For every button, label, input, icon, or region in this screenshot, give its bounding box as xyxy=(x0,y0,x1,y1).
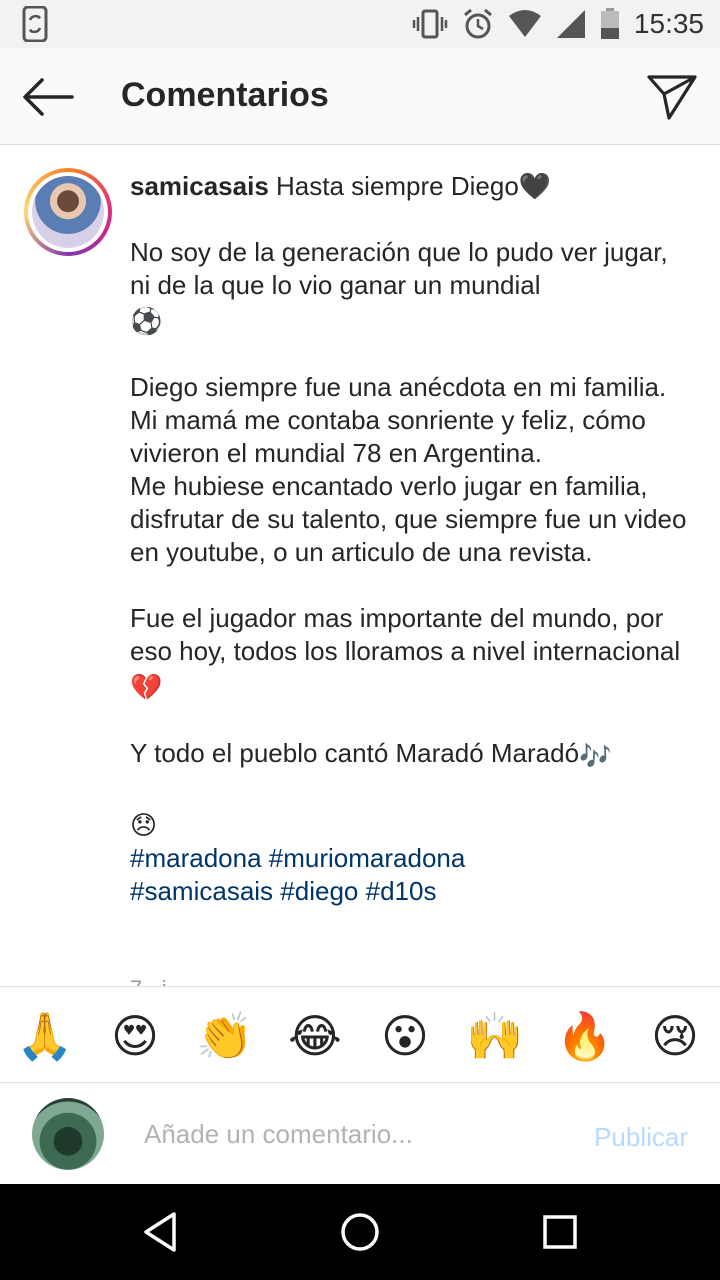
paragraph-1: No soy de la generación que lo pudo ver … xyxy=(130,237,668,300)
story-ring[interactable] xyxy=(24,168,112,256)
raising-hands-reaction[interactable]: 🙌 xyxy=(466,1007,524,1065)
vibrate-icon xyxy=(412,9,448,39)
emoji-reaction-bar: 🙏 😍 👏 😂 😮 🙌 🔥 😢 xyxy=(0,986,720,1083)
battery-icon xyxy=(600,8,619,39)
paragraph-3: Fue el jugador mas importante del mundo,… xyxy=(130,603,681,666)
avatar xyxy=(32,176,104,248)
signal-icon xyxy=(556,10,585,38)
nav-recents-icon xyxy=(543,1215,577,1249)
hashtag-link[interactable]: #diego xyxy=(280,876,358,906)
clapping-hands-reaction[interactable]: 👏 xyxy=(196,1007,254,1065)
crying-face-reaction[interactable]: 😢 xyxy=(646,1007,704,1065)
paragraph-2b: Me hubiese encantado verlo jugar en fami… xyxy=(130,471,687,567)
system-nav-bar xyxy=(0,1184,720,1280)
paragraph-2a: Diego siempre fue una anécdota en mi fam… xyxy=(130,372,667,468)
back-button[interactable] xyxy=(18,74,78,120)
my-avatar xyxy=(32,1098,104,1170)
paper-plane-icon xyxy=(647,75,697,120)
comment-text: samicasais Hasta siempre Diego🖤 No soy d… xyxy=(130,170,690,908)
tears-of-joy-reaction[interactable]: 😂 xyxy=(286,1007,344,1065)
open-mouth-reaction[interactable]: 😮 xyxy=(376,1007,434,1065)
nav-back-icon xyxy=(144,1212,176,1252)
music-notes-emoji: 🎶 xyxy=(579,741,612,771)
sync-phone-icon xyxy=(22,5,50,47)
status-bar: 15:35 xyxy=(0,0,720,48)
share-button[interactable] xyxy=(646,72,698,122)
fire-reaction[interactable]: 🔥 xyxy=(556,1007,614,1065)
nav-back-button[interactable] xyxy=(134,1206,186,1258)
nav-recents-button[interactable] xyxy=(534,1206,586,1258)
sad-face-emoji: 😞 xyxy=(130,810,158,840)
alarm-icon xyxy=(463,8,492,39)
nav-home-button[interactable] xyxy=(334,1206,386,1258)
hashtag-link[interactable]: #d10s xyxy=(366,876,437,906)
paragraph-4: Y todo el pueblo cantó Maradó Maradó xyxy=(130,738,580,768)
publish-button[interactable]: Publicar xyxy=(594,1122,688,1153)
heart-eyes-reaction[interactable]: 😍 xyxy=(106,1007,164,1065)
arrow-left-icon xyxy=(23,78,74,116)
comment-input-bar: Publicar xyxy=(0,1084,720,1184)
nav-home-icon xyxy=(341,1213,379,1251)
comment-username[interactable]: samicasais xyxy=(130,171,269,201)
comment-first-line: Hasta siempre Diego🖤 xyxy=(268,171,552,201)
hashtag-link[interactable]: #maradona xyxy=(130,843,262,873)
folded-hands-reaction[interactable]: 🙏 xyxy=(16,1007,74,1065)
soccer-ball-emoji: ⚽ xyxy=(130,306,163,336)
comment-input[interactable] xyxy=(144,1112,564,1156)
status-icons: 15:35 xyxy=(412,6,704,42)
broken-heart-emoji: 💔 xyxy=(130,672,163,702)
hashtag-link[interactable]: #samicasais xyxy=(130,876,273,906)
status-time: 15:35 xyxy=(633,8,704,39)
caption-comment: samicasais Hasta siempre Diego🖤 No soy d… xyxy=(0,146,720,986)
wifi-icon xyxy=(508,10,541,37)
page-title: Comentarios xyxy=(121,76,329,114)
hashtag-link[interactable]: #muriomaradona xyxy=(269,843,466,873)
comment-timestamp: 7 · i xyxy=(130,976,167,986)
header: Comentarios xyxy=(0,48,720,145)
